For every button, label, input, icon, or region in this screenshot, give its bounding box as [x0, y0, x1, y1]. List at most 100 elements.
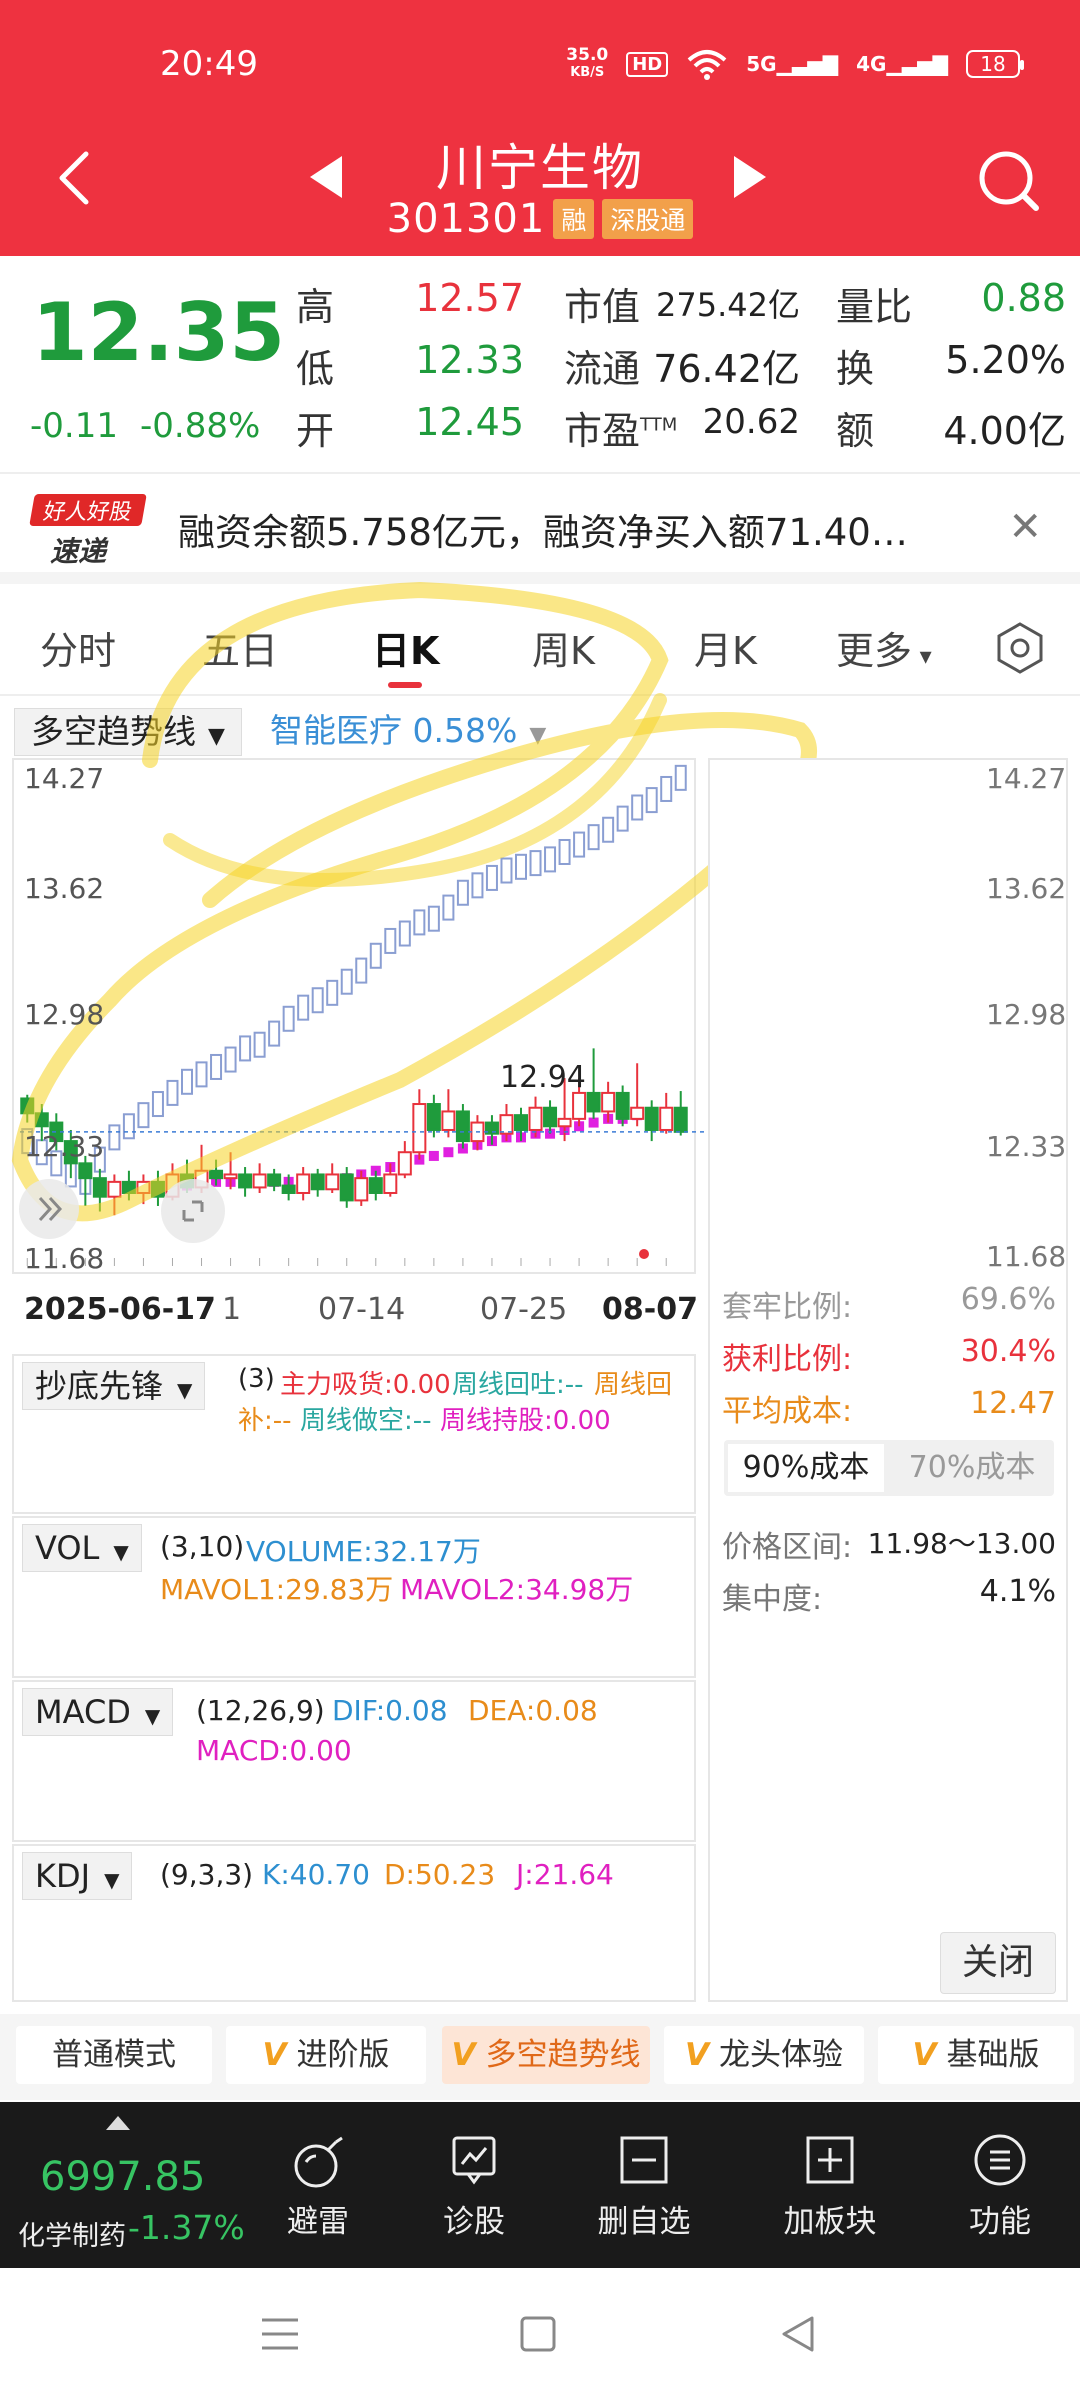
news-text[interactable]: 融资余额5.758亿元，融资净买入额71.40… — [178, 502, 908, 556]
system-nav-bar — [0, 2268, 1080, 2400]
stock-code: 301301 — [386, 196, 546, 242]
back-nav-icon[interactable] — [774, 2310, 822, 2358]
app-root: 20:49 35.0 KB/S HD 5G▁▃▅▇ 4G▁▃▅▇ 18 川宁生物… — [0, 0, 1080, 2400]
add-sector-button[interactable]: 加板块 — [760, 2132, 900, 2252]
sector-index-name: 化学制药 — [18, 2221, 126, 2252]
macd-value: MACD:0.00 — [196, 1734, 352, 1767]
fullscreen-icon[interactable] — [160, 1178, 226, 1244]
seg-70-cost[interactable]: 70%成本 — [894, 1444, 1050, 1492]
status-time: 20:49 — [160, 44, 258, 84]
diagnose-button[interactable]: 诊股 — [404, 2132, 544, 2252]
mode-leader[interactable]: V 龙头体验 — [664, 2026, 864, 2084]
macd-dea: DEA:0.08 — [468, 1694, 598, 1727]
search-icon[interactable] — [974, 146, 1042, 214]
expand-left-icon[interactable] — [18, 1178, 80, 1240]
profit-label: 获利比例: — [722, 1342, 853, 1377]
news-logo: 好人好股 速递 — [29, 494, 152, 568]
macd-params: (12,26,9) — [196, 1694, 325, 1727]
v-icon: V — [262, 2037, 287, 2073]
vol-params: (3,10) — [160, 1530, 245, 1563]
v-icon: V — [451, 2037, 476, 2073]
bf-weekly-refill: 周线回 — [594, 1370, 673, 1400]
trap-value: 69.6% — [960, 1282, 1056, 1317]
bottom-fish-dropdown[interactable]: 抄底先锋 ▼ — [22, 1362, 206, 1410]
v-icon: V — [685, 2037, 709, 2073]
vol-dropdown[interactable]: VOL ▼ — [22, 1524, 142, 1572]
y-tick-label: 12.98 — [24, 998, 105, 1031]
chip-distribution-panel — [708, 758, 1068, 2002]
tab-daily-k[interactable]: 日K — [372, 620, 439, 675]
avoid-risk-button[interactable]: 避雷 — [248, 2132, 388, 2252]
functions-button[interactable]: 功能 — [930, 2132, 1070, 2252]
caret-down-icon: ▼ — [177, 1378, 193, 1402]
remove-watchlist-button[interactable]: 删自选 — [574, 2132, 714, 2252]
tab-weekly-k[interactable]: 周K — [532, 620, 595, 675]
sector-indicator[interactable]: 智能医疗 0.58% ▼ — [270, 708, 546, 759]
range-value: 11.98～13.00 — [867, 1527, 1056, 1560]
range-label: 价格区间: — [722, 1530, 853, 1565]
float-value: 76.42亿 — [653, 347, 800, 391]
settings-hexagon-icon[interactable] — [992, 620, 1048, 676]
avg-cost-value: 12.47 — [970, 1386, 1056, 1421]
kdj-params: (9,3,3) — [160, 1858, 254, 1891]
caret-down-icon: ▼ — [104, 1868, 120, 1892]
bottom-toolbar: 6997.85 化学制药 -1.37% 避雷 诊股 删自选 加板块 功能 — [0, 2102, 1080, 2268]
bf-main-absorb: 主力吸货:0.00 — [280, 1370, 451, 1400]
mode-advanced[interactable]: V 进阶版 — [226, 2026, 426, 2084]
kdj-dropdown[interactable]: KDJ ▼ — [22, 1852, 133, 1900]
float-label: 流通 — [564, 347, 641, 391]
mode-normal[interactable]: 普通模式 — [16, 2026, 212, 2084]
signal-4g-icon: 4G▁▃▅▇ — [856, 52, 948, 76]
low-value: 12.33 — [415, 338, 524, 382]
macd-dropdown[interactable]: MACD ▼ — [22, 1688, 174, 1736]
menu-circle-icon — [974, 2134, 1026, 2186]
code-row: 301301 融 深股通 — [0, 196, 1080, 242]
trap-label: 套牢比例: — [722, 1290, 853, 1325]
vol-mavol1: MAVOL1:29.83万 — [160, 1573, 394, 1606]
mode-trend[interactable]: V 多空趋势线 — [442, 2026, 650, 2084]
high-label: 高 — [296, 285, 335, 329]
kdj-d: D:50.23 — [384, 1858, 496, 1891]
x-tick-label: 1 — [222, 1292, 242, 1327]
hd-icon: HD — [626, 51, 669, 77]
tab-more[interactable]: 更多 ▾ — [836, 620, 932, 675]
caret-down-icon: ▾ — [912, 642, 932, 670]
period-tabs: 分时 五日 日K 周K 月K 更多 ▾ — [0, 596, 1080, 696]
concentration-value: 4.1% — [979, 1574, 1056, 1609]
sector-index-value[interactable]: 6997.85 — [40, 2154, 205, 2200]
seg-90-cost[interactable]: 90%成本 — [728, 1444, 884, 1492]
side-y-tick: 11.68 — [986, 1240, 1067, 1273]
vr-label: 量比 — [836, 285, 913, 329]
amount-label: 额 — [836, 409, 875, 453]
caret-up-icon[interactable] — [106, 2116, 130, 2130]
main-indicator-dropdown[interactable]: 多空趋势线 ▼ — [14, 708, 242, 756]
y-tick-label: 13.62 — [24, 872, 105, 905]
price-change: -0.11 — [30, 406, 118, 446]
cost-segment: 90%成本 70%成本 — [724, 1440, 1054, 1496]
kdj-j: J:21.64 — [516, 1858, 614, 1891]
turnover-value: 5.20% — [945, 338, 1066, 382]
y-tick-label: 12.33 — [24, 1130, 105, 1163]
tab-five-day[interactable]: 五日 — [202, 620, 278, 675]
home-icon[interactable] — [516, 2312, 560, 2356]
caret-down-icon: ▼ — [529, 723, 547, 748]
pe-ttm: TTM — [640, 414, 678, 436]
kline-panel[interactable] — [12, 758, 696, 1274]
indicator-row: 多空趋势线 ▼ 智能医疗 0.58% ▼ — [0, 700, 1080, 756]
close-icon[interactable]: ✕ — [1008, 504, 1042, 550]
diagnose-chart-icon — [452, 2136, 496, 2185]
news-banner[interactable]: 好人好股 速递 融资余额5.758亿元，融资净买入额71.40… ✕ — [0, 472, 1080, 584]
mode-basic[interactable]: V 基础版 — [878, 2026, 1074, 2084]
next-triangle-icon[interactable] — [730, 154, 770, 200]
tab-monthly-k[interactable]: 月K — [694, 620, 757, 675]
close-button[interactable]: 关闭 — [940, 1932, 1056, 1994]
tab-minute[interactable]: 分时 — [40, 620, 116, 675]
margin-tag: 融 — [553, 199, 595, 239]
x-tick-label: 08-07 — [602, 1292, 698, 1327]
bf-weekly-giveback: 周线回吐:-- — [452, 1370, 584, 1400]
connect-tag: 深股通 — [602, 199, 694, 239]
low-label: 低 — [296, 347, 335, 391]
menu-icon[interactable] — [256, 2312, 304, 2356]
tab-active-indicator — [388, 682, 422, 688]
kdj-k: K:40.70 — [262, 1858, 370, 1891]
